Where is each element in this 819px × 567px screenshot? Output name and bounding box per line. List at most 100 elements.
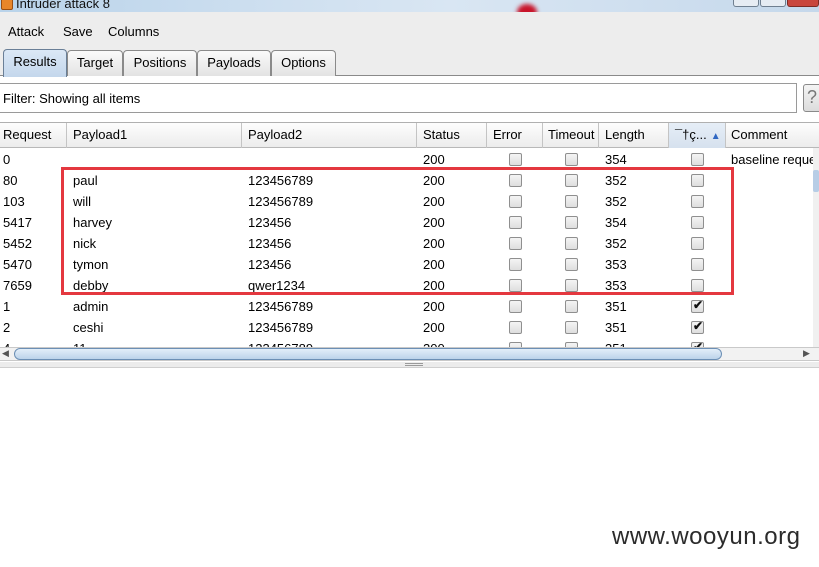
error-checkbox[interactable] xyxy=(509,321,522,334)
flag-checkbox[interactable] xyxy=(691,279,704,292)
flag-checkbox[interactable] xyxy=(691,174,704,187)
scroll-right-arrow-icon[interactable]: ▶ xyxy=(803,348,810,359)
error-checkbox[interactable] xyxy=(509,153,522,166)
cell-request: 2 xyxy=(3,320,11,335)
table-row[interactable]: 5470 tymon 123456 200 353 xyxy=(0,254,813,275)
timeout-checkbox[interactable] xyxy=(565,279,578,292)
help-button[interactable]: ? xyxy=(803,84,819,112)
horizontal-scrollbar-thumb[interactable] xyxy=(14,348,722,360)
cell-status: 200 xyxy=(423,257,445,272)
maximize-button[interactable] xyxy=(760,0,786,7)
cell-payload2: 123456789 xyxy=(248,320,314,335)
table-row[interactable]: 103 will 123456789 200 352 xyxy=(0,191,813,212)
table-row[interactable]: 5452 nick 123456 200 352 xyxy=(0,233,813,254)
tab-strip: Results Target Positions Payloads Option… xyxy=(0,47,819,77)
cell-request: 5452 xyxy=(3,236,32,251)
cell-request: 80 xyxy=(3,173,18,188)
cell-status: 200 xyxy=(423,215,445,230)
menu-columns[interactable]: Columns xyxy=(108,24,159,39)
tab-payloads[interactable]: Payloads xyxy=(197,50,271,76)
column-header-payload2[interactable]: Payload2 xyxy=(242,123,417,148)
scroll-left-arrow-icon[interactable]: ◀ xyxy=(2,348,9,359)
cell-payload2: 123456 xyxy=(248,236,292,251)
results-table: Request Payload1 Payload2 Status Error T… xyxy=(0,122,819,347)
error-checkbox[interactable] xyxy=(509,237,522,250)
column-header-error[interactable]: Error xyxy=(487,123,543,148)
cell-payload1: tymon xyxy=(73,257,109,272)
cell-payload2: 123456789 xyxy=(248,173,314,188)
column-header-request[interactable]: Request xyxy=(0,123,67,148)
cell-request: 5417 xyxy=(3,215,32,230)
cell-request: 5470 xyxy=(3,257,32,272)
flag-checkbox[interactable] xyxy=(691,319,704,334)
timeout-checkbox[interactable] xyxy=(565,174,578,187)
minimize-button[interactable] xyxy=(733,0,759,7)
timeout-checkbox[interactable] xyxy=(565,258,578,271)
error-checkbox[interactable] xyxy=(509,279,522,292)
cell-payload1: harvey xyxy=(73,215,113,230)
table-row[interactable]: 7659 debby qwer1234 200 353 xyxy=(0,275,813,296)
sort-ascending-icon: ▲ xyxy=(710,131,721,142)
table-row[interactable]: 2 ceshi 123456789 200 351 xyxy=(0,317,813,338)
flag-checkbox[interactable] xyxy=(691,195,704,208)
column-header-status[interactable]: Status xyxy=(417,123,487,148)
cell-comment: baseline reque xyxy=(731,152,817,167)
error-checkbox[interactable] xyxy=(509,300,522,313)
cell-length: 354 xyxy=(605,152,627,167)
horizontal-scrollbar[interactable]: ◀ ▶ xyxy=(0,347,819,361)
table-row[interactable]: 0 200 354 baseline reque xyxy=(0,149,817,170)
flag-checkbox[interactable] xyxy=(691,216,704,229)
intruder-window: Intruder attack 8 Attack Save Columns Re… xyxy=(0,0,819,567)
column-header-payload1[interactable]: Payload1 xyxy=(67,123,242,148)
cell-payload1: will xyxy=(73,194,92,209)
cell-request: 7659 xyxy=(3,278,32,293)
column-header-flag[interactable]: ¯†ç... ▲ xyxy=(669,123,726,148)
column-header-timeout[interactable]: Timeout xyxy=(543,123,599,148)
cell-payload2: 123456 xyxy=(248,215,292,230)
timeout-checkbox[interactable] xyxy=(565,300,578,313)
flag-checkbox[interactable] xyxy=(691,258,704,271)
tab-positions[interactable]: Positions xyxy=(123,50,197,76)
menu-save[interactable]: Save xyxy=(63,24,93,39)
menu-attack[interactable]: Attack xyxy=(8,24,44,39)
cell-request: 1 xyxy=(3,299,11,314)
cell-payload1: ceshi xyxy=(73,320,104,335)
cell-status: 200 xyxy=(423,152,445,167)
table-row[interactable]: 1 admin 123456789 200 351 xyxy=(0,296,813,317)
cell-length: 353 xyxy=(605,278,627,293)
timeout-checkbox[interactable] xyxy=(565,216,578,229)
flag-checkbox[interactable] xyxy=(691,237,704,250)
table-row[interactable]: 4 11 123456789 200 351 xyxy=(0,338,813,347)
vertical-scrollbar-thumb[interactable] xyxy=(813,170,819,192)
column-header-length[interactable]: Length xyxy=(599,123,669,148)
splitter-grip-icon[interactable] xyxy=(405,363,423,366)
pane-splitter[interactable] xyxy=(0,362,819,368)
error-checkbox[interactable] xyxy=(509,174,522,187)
error-checkbox[interactable] xyxy=(509,258,522,271)
close-button[interactable] xyxy=(787,0,819,7)
cell-payload1: paul xyxy=(73,173,98,188)
tab-options[interactable]: Options xyxy=(271,50,336,76)
tab-results[interactable]: Results xyxy=(3,49,67,77)
table-row[interactable]: 5417 harvey 123456 200 354 xyxy=(0,212,813,233)
timeout-checkbox[interactable] xyxy=(565,321,578,334)
watermark-text: www.wooyun.org xyxy=(612,523,801,550)
filter-bar[interactable]: Filter: Showing all items xyxy=(0,83,797,113)
flag-checkbox[interactable] xyxy=(691,153,704,166)
timeout-checkbox[interactable] xyxy=(565,237,578,250)
cell-payload1: nick xyxy=(73,236,97,251)
cell-payload2: qwer1234 xyxy=(248,278,306,293)
table-row[interactable]: 80 paul 123456789 200 352 xyxy=(0,170,813,191)
timeout-checkbox[interactable] xyxy=(565,195,578,208)
error-checkbox[interactable] xyxy=(509,195,522,208)
tab-target[interactable]: Target xyxy=(67,50,123,76)
error-checkbox[interactable] xyxy=(509,216,522,229)
menu-bar: Attack Save Columns xyxy=(0,12,819,47)
window-title: Intruder attack 8 xyxy=(16,0,110,11)
burp-app-icon xyxy=(1,0,13,10)
column-header-comment[interactable]: Comment xyxy=(726,123,819,148)
flag-checkbox[interactable] xyxy=(691,298,704,313)
cell-payload1: debby xyxy=(73,278,109,293)
timeout-checkbox[interactable] xyxy=(565,153,578,166)
cell-status: 200 xyxy=(423,194,445,209)
